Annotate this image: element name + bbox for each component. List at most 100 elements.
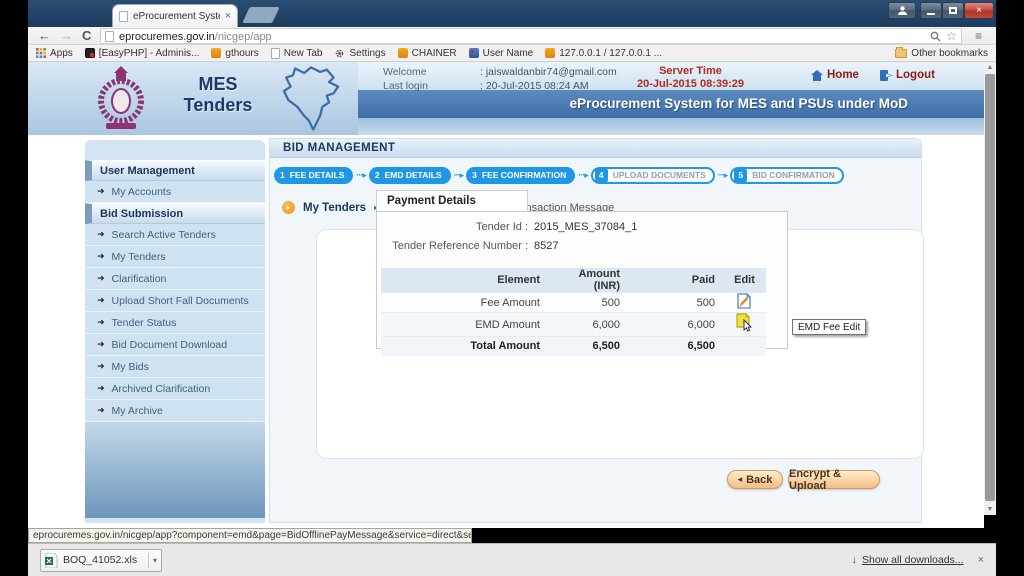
bookmark-new-tab[interactable]: New Tab [271, 48, 323, 59]
close-window-button[interactable]: × [964, 2, 994, 19]
person-icon [897, 5, 908, 16]
sidebar-item-search-active-tenders[interactable]: ➜Search Active Tenders [85, 224, 265, 246]
bookmark-star-icon[interactable]: ☆ [946, 29, 957, 43]
bookmark-gthours[interactable]: gthours [211, 48, 258, 59]
breadcrumb-my-tenders[interactable]: My Tenders [303, 202, 366, 214]
sidebar-item-my-tenders[interactable]: ➜My Tenders [85, 246, 265, 268]
bookmark-settings[interactable]: Settings [334, 48, 385, 59]
scrollbar-thumb[interactable] [985, 74, 995, 501]
bookmark-chainer[interactable]: CHAINER [398, 48, 457, 59]
breadcrumb-bullet-icon: ▸ [282, 201, 295, 214]
step-emd-details[interactable]: 2EMD DETAILS [369, 167, 451, 184]
forward-icon[interactable]: → [60, 27, 73, 45]
logo-text: MES Tenders [158, 74, 278, 116]
easyphp-icon [85, 48, 95, 58]
step-arrow-icon: ···▸ [454, 170, 464, 181]
apps-launcher[interactable]: Apps [36, 48, 73, 59]
bookmark-user-name[interactable]: User Name [469, 48, 534, 59]
back-arrow-icon: ◂ [738, 474, 743, 485]
sidebar-section-user-management: User Management [85, 160, 265, 181]
sidebar-item-my-bids[interactable]: ➜My Bids [85, 356, 265, 378]
wizard-stepper: 1FEE DETAILS ···▸ 2EMD DETAILS ···▸ 3FEE… [274, 165, 844, 185]
col-header-element: Element [381, 268, 548, 293]
arrow-icon: ➜ [97, 317, 105, 328]
bookmark-localhost[interactable]: 127.0.0.1 / 127.0.0.1 ... [545, 48, 662, 59]
chevron-down-icon[interactable]: ▾ [148, 553, 157, 568]
step-fee-details[interactable]: 1FEE DETAILS [274, 167, 353, 184]
cell-element: EMD Amount [381, 313, 548, 337]
show-all-downloads-link[interactable]: Show all downloads... [862, 554, 964, 566]
table-row: EMD Amount 6,000 6,000 [381, 313, 766, 337]
menu-icon[interactable]: ≡ [975, 27, 982, 45]
status-url-bar: eprocuremes.gov.in/nicgep/app?component=… [28, 528, 472, 543]
refresh-icon[interactable]: C [82, 27, 91, 45]
cell-amount: 6,000 [548, 313, 628, 337]
sidebar-footer [85, 422, 265, 518]
main-content: BID MANAGEMENT 1FEE DETAILS ···▸ 2EMD DE… [269, 138, 922, 523]
download-bar-close-icon[interactable]: × [978, 554, 984, 566]
letterbox-right [996, 0, 1024, 576]
arrow-icon: ➜ [97, 383, 105, 394]
page-title: BID MANAGEMENT [270, 139, 921, 158]
arrow-icon: ➜ [97, 405, 105, 416]
sidebar-item-clarification[interactable]: ➜Clarification [85, 268, 265, 290]
sidebar-item-archived-clarification[interactable]: ➜Archived Clarification [85, 378, 265, 400]
sidebar-item-bid-document-download[interactable]: ➜Bid Document Download [85, 334, 265, 356]
tab-close-icon[interactable]: × [225, 10, 231, 22]
screen: eProcurement System for × × ← → C eprocu… [0, 0, 1024, 576]
back-button[interactable]: ◂ Back [727, 470, 783, 489]
home-link[interactable]: Home [811, 69, 859, 81]
server-time-block: Server Time 20-Jul-2015 08:39:29 [583, 65, 798, 91]
col-header-amount: Amount (INR) [548, 268, 628, 293]
page-scrollbar[interactable]: ▲ ▼ [984, 62, 996, 515]
logout-link[interactable]: Logout [880, 69, 935, 81]
col-header-paid: Paid [628, 268, 723, 293]
tender-ref-label: Tender Reference Number : [381, 240, 528, 252]
cell-amount: 500 [548, 293, 628, 313]
apps-grid-icon [36, 48, 46, 58]
tender-id-value: 2015_MES_37084_1 [534, 221, 637, 233]
sidebar-item-my-accounts[interactable]: ➜ My Accounts [85, 181, 265, 203]
payment-table: Element Amount (INR) Paid Edit Fee Amoun… [381, 268, 766, 356]
tender-ref-value: 8527 [534, 240, 558, 252]
scroll-down-icon[interactable]: ▼ [984, 504, 996, 515]
arrow-icon: ➜ [97, 273, 105, 284]
arrow-icon: ➜ [97, 361, 105, 372]
cell-paid: 6,000 [628, 313, 723, 337]
fee-edit-icon[interactable] [737, 293, 752, 309]
col-header-edit: Edit [723, 268, 766, 293]
encrypt-upload-button[interactable]: Encrypt & Upload [788, 470, 880, 489]
cell-paid: 500 [628, 293, 723, 313]
sidebar-item-upload-short-fall-documents[interactable]: ➜Upload Short Fall Documents [85, 290, 265, 312]
minimize-button[interactable] [920, 2, 942, 19]
maximize-icon [949, 7, 957, 14]
browser-tab[interactable]: eProcurement System for × [112, 4, 238, 27]
india-map-icon [275, 64, 347, 134]
other-bookmarks[interactable]: Other bookmarks [895, 48, 988, 59]
maximize-button[interactable] [942, 2, 964, 19]
excel-file-icon [45, 553, 58, 568]
last-login-label: Last login [383, 79, 428, 93]
back-icon[interactable]: ← [38, 27, 51, 45]
cell-edit-empty [723, 337, 766, 356]
profile-button[interactable] [888, 2, 916, 19]
sidebar: User Management ➜ My Accounts Bid Submis… [85, 140, 265, 523]
scroll-up-icon[interactable]: ▲ [984, 62, 996, 73]
zoom-search-icon[interactable] [930, 31, 941, 42]
step-upload-documents[interactable]: 4UPLOAD DOCUMENTS [591, 167, 715, 184]
step-fee-confirmation[interactable]: 3FEE CONFIRMATION [466, 167, 575, 184]
download-item[interactable]: BOQ_41052.xls ▾ [40, 549, 162, 572]
step-bid-confirmation[interactable]: 5BID CONFIRMATION [730, 167, 843, 184]
pma-icon [211, 48, 221, 58]
welcome-label: Welcome [383, 65, 428, 79]
arrow-icon: ➜ [97, 295, 105, 306]
letterbox-left [0, 0, 28, 576]
folder-icon [895, 49, 907, 58]
cell-element: Fee Amount [381, 293, 548, 313]
bookmark-easyphp[interactable]: [EasyPHP] - Adminis... [85, 48, 200, 59]
url-bar[interactable]: eprocuremes.gov.in/nicgep/app ☆ [100, 28, 962, 44]
minimize-icon [927, 13, 935, 15]
sidebar-item-tender-status[interactable]: ➜Tender Status [85, 312, 265, 334]
emd-edit-icon[interactable] [735, 313, 755, 333]
sidebar-item-my-archive[interactable]: ➜My Archive [85, 400, 265, 422]
